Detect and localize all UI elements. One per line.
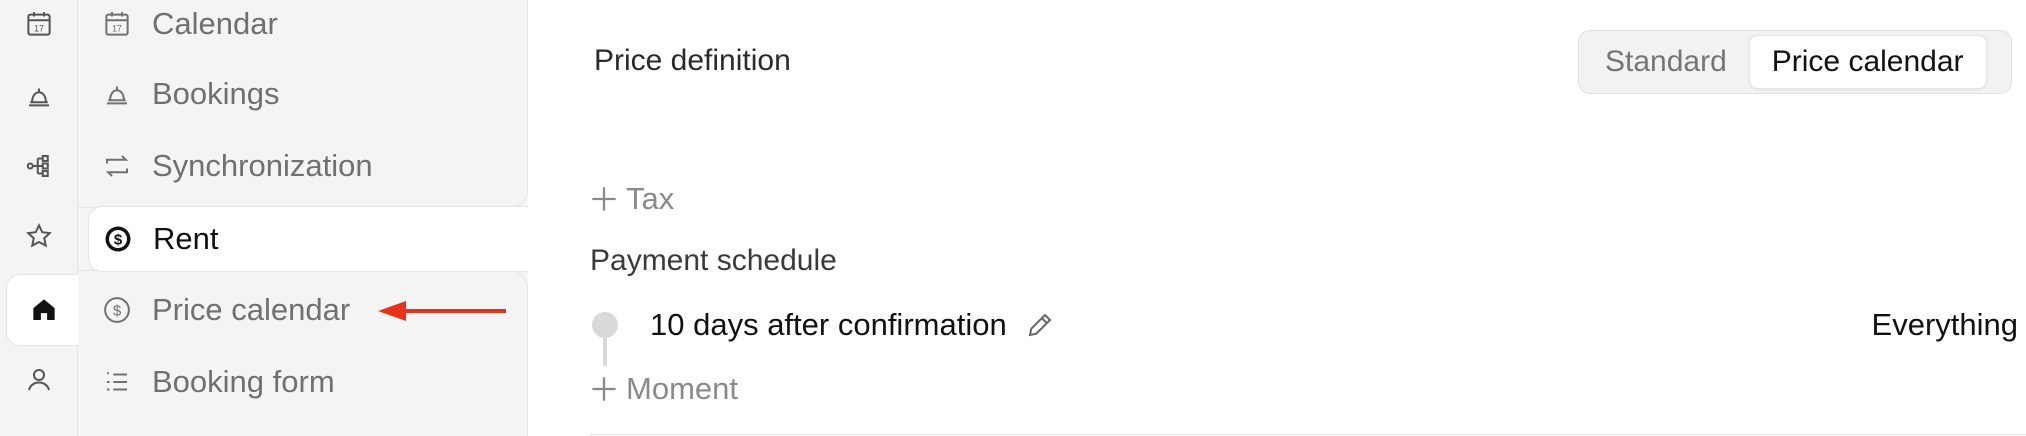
sidebar-item-calendar[interactable]: 17 Calendar [78,0,528,60]
divider [590,434,2026,435]
sync-icon [102,151,132,181]
toggle-price-calendar[interactable]: Price calendar [1748,35,1987,89]
price-definition-label: Price definition [594,44,791,77]
moment-amount: Everything [1871,307,2018,342]
sidebar-item-label: Bookings [152,76,280,111]
add-moment-label: Moment [626,371,738,406]
pencil-icon[interactable] [1025,310,1055,340]
sidebar-item-label: Calendar [152,6,278,41]
rail-home-button[interactable] [6,274,80,346]
calendar-icon: 17 [102,9,132,39]
sidebar-item-rent[interactable]: $ Rent [88,206,538,272]
add-moment-button[interactable]: Moment [590,371,738,407]
sidebar-item-bookings[interactable]: Bookings [78,58,528,130]
moment-label: 10 days after confirmation [650,307,1007,342]
sidebar-item-booking-form[interactable]: Booking form [78,346,528,418]
timeline-line [603,336,607,366]
sidebar-item-label: Booking form [152,364,335,399]
rail-favorites-button[interactable] [0,200,78,272]
svg-text:$: $ [113,302,122,319]
rail-calendar-button[interactable]: 17 [0,0,78,60]
rail-bookings-button[interactable] [0,60,78,132]
payment-schedule-title: Payment schedule [590,244,837,277]
calendar-icon: 17 [27,12,51,36]
add-tax-button[interactable]: Tax [590,181,674,217]
plus-icon [592,377,616,401]
svg-text:$: $ [114,231,123,248]
add-tax-label: Tax [626,181,675,216]
svg-text:17: 17 [34,24,44,34]
toggle-standard[interactable]: Standard [1583,35,1749,89]
flow-icon [26,155,49,177]
rail-workflow-button[interactable] [0,130,78,202]
sidebar-item-synchronization[interactable]: Synchronization [78,130,528,202]
list-icon [102,367,132,397]
rail-profile-button[interactable] [0,344,78,416]
price-definition-toggle: Standard Price calendar [1578,30,2012,94]
icon-rail: 17 [0,0,80,436]
sidebar-item-label: Price calendar [152,292,351,327]
bell-icon [102,79,132,109]
timeline-dot [592,312,618,338]
moment-row: 10 days after confirmation [650,307,1055,343]
svg-text:17: 17 [112,24,122,34]
annotation-arrow-head [378,301,406,321]
dollar-circle-icon: $ [102,295,132,325]
secondary-sidebar: 17 Calendar Bookings Synchronization $ R… [78,0,538,436]
star-icon [25,223,53,248]
sidebar-item-label: Rent [153,221,219,256]
main-panel: Price definition Standard Price calendar… [528,0,2026,436]
annotation-arrow [378,301,506,321]
dollar-circle-icon: $ [103,224,133,254]
bell-icon [29,88,49,107]
plus-icon [592,187,616,211]
home-icon [32,299,55,320]
sidebar-item-label: Synchronization [152,148,373,183]
user-icon [28,369,50,391]
